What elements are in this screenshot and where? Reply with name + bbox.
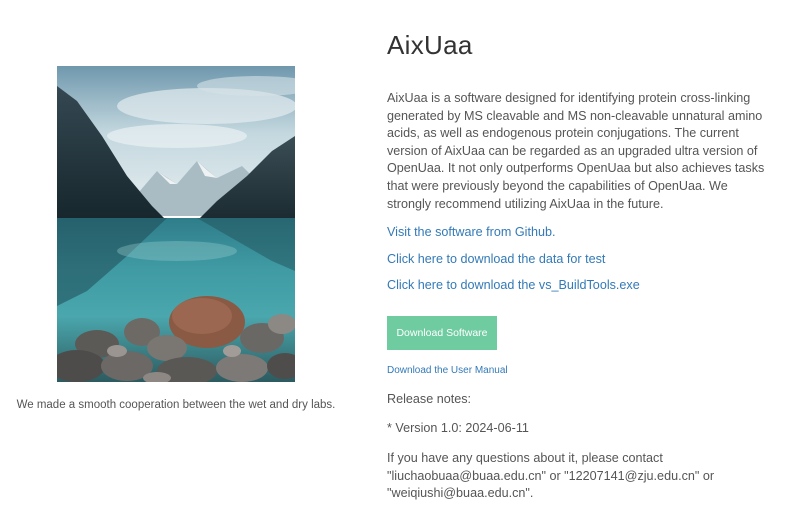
contact-info: If you have any questions about it, plea… [387,451,715,501]
landscape-illustration [57,66,295,382]
lake-mountain-photo [57,66,295,382]
build-tools-download-link[interactable]: Click here to download the vs_BuildTools… [387,277,640,294]
release-notes-label: Release notes: [387,392,472,406]
links-list: Visit the software from Github. Click he… [387,224,640,304]
page-title: AixUaa [387,30,473,60]
image-caption: We made a smooth cooperation between the… [16,399,336,411]
download-software-button[interactable]: Download Software [387,316,497,350]
test-data-download-link[interactable]: Click here to download the data for test [387,251,640,268]
github-link[interactable]: Visit the software from Github. [387,224,640,241]
version-note: * Version 1.0: 2024-06-11 [387,421,529,435]
user-manual-link[interactable]: Download the User Manual [387,365,508,376]
software-description: AixUaa is a software designed for identi… [387,91,765,211]
